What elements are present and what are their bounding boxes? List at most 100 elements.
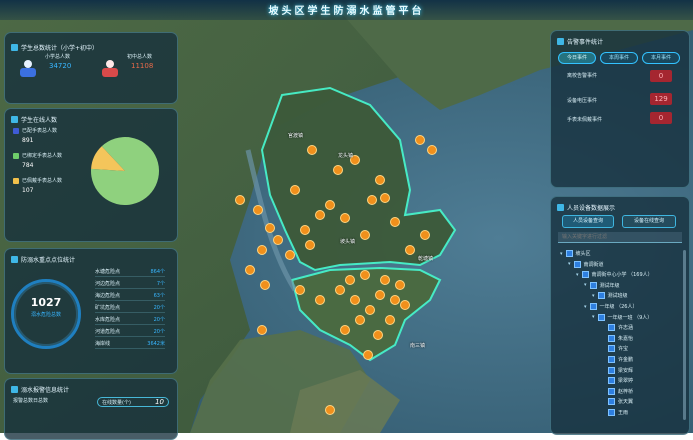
danger-marker[interactable]: [390, 217, 400, 227]
node-label: 许宝: [618, 346, 629, 353]
danger-marker[interactable]: [335, 285, 345, 295]
danger-marker[interactable]: [395, 280, 405, 290]
danger-marker[interactable]: [375, 175, 385, 185]
tree-node[interactable]: 许金鹏: [600, 356, 633, 363]
tree-node[interactable]: 许志涵: [600, 324, 633, 332]
danger-marker[interactable]: [340, 213, 350, 223]
danger-marker[interactable]: [340, 325, 350, 335]
danger-marker[interactable]: [400, 300, 410, 310]
node-checkbox[interactable]: [589, 303, 597, 310]
tree-search-input[interactable]: [558, 232, 682, 243]
node-checkbox[interactable]: [565, 250, 573, 257]
caret-down-icon[interactable]: ▾: [592, 314, 595, 320]
danger-marker[interactable]: [355, 315, 365, 325]
danger-marker[interactable]: [253, 205, 263, 215]
legend-label: 已配手表总人数: [22, 128, 58, 134]
node-checkbox[interactable]: [608, 409, 615, 416]
danger-marker[interactable]: [325, 405, 335, 415]
node-checkbox[interactable]: [608, 366, 615, 374]
panel-header: 学生在线人数: [11, 115, 57, 124]
node-checkbox[interactable]: [608, 334, 615, 342]
danger-marker[interactable]: [315, 210, 325, 220]
tree-node[interactable]: ▾ 南调街道: [568, 260, 604, 268]
danger-marker[interactable]: [307, 145, 317, 155]
caret-down-icon[interactable]: ▾: [576, 272, 579, 278]
node-checkbox[interactable]: [608, 345, 615, 353]
danger-marker[interactable]: [260, 280, 270, 290]
tree-scrollbar[interactable]: [683, 250, 686, 420]
count-select[interactable]: 在线数量(个) 10: [97, 397, 169, 407]
caret-down-icon[interactable]: ▾: [568, 261, 571, 267]
danger-marker[interactable]: [295, 285, 305, 295]
danger-marker[interactable]: [385, 315, 395, 325]
tab-week[interactable]: 本周事件: [600, 52, 638, 64]
tree-node[interactable]: ▾ 一年级 （26人）: [584, 303, 637, 310]
student-count-panel: 学生总数统计（小学+初中） 小学总人数 34720 初中总人数 11108: [4, 32, 178, 104]
tree-node[interactable]: 赵梓桥: [600, 387, 633, 395]
tab-month[interactable]: 本月事件: [642, 52, 680, 64]
node-checkbox[interactable]: [597, 313, 605, 321]
danger-marker[interactable]: [380, 275, 390, 285]
tree-node[interactable]: 梁翠婷: [600, 377, 633, 385]
device-online-button[interactable]: 设备在线查询: [622, 215, 676, 228]
danger-marker[interactable]: [360, 270, 370, 280]
node-checkbox[interactable]: [608, 324, 615, 332]
danger-marker[interactable]: [373, 330, 383, 340]
node-checkbox[interactable]: [608, 398, 615, 406]
node-checkbox[interactable]: [608, 387, 615, 395]
danger-marker[interactable]: [365, 305, 375, 315]
tree-node[interactable]: 梁安辉: [600, 366, 633, 374]
danger-marker[interactable]: [333, 165, 343, 175]
node-checkbox[interactable]: [608, 377, 615, 385]
danger-marker[interactable]: [290, 185, 300, 195]
danger-marker[interactable]: [405, 245, 415, 255]
danger-marker[interactable]: [367, 195, 377, 205]
tree-node[interactable]: ▾ 一年级一班 （9人）: [592, 313, 652, 321]
danger-marker[interactable]: [325, 200, 335, 210]
danger-marker[interactable]: [420, 230, 430, 240]
danger-marker[interactable]: [375, 290, 385, 300]
tab-today[interactable]: 今日事件: [558, 52, 596, 64]
water-points-panel: 防溺水重点点位统计 1027 溺水危险总数 水塘危险点 864个 河边危险点 7个 海边…: [4, 248, 178, 374]
tree-node[interactable]: ▾ 坡头区: [560, 250, 591, 257]
node-checkbox[interactable]: [581, 271, 589, 279]
tree-node[interactable]: ▾ 测试年级: [584, 281, 620, 289]
tree-node[interactable]: ▾ 测试班级: [592, 292, 628, 300]
danger-marker[interactable]: [363, 350, 373, 360]
tree-node[interactable]: 张天翼: [600, 398, 634, 406]
danger-marker[interactable]: [415, 135, 425, 145]
node-checkbox[interactable]: [589, 281, 597, 289]
node-checkbox[interactable]: [597, 292, 605, 300]
danger-marker[interactable]: [285, 250, 295, 260]
danger-marker[interactable]: [265, 223, 275, 233]
tree-node[interactable]: 许宝: [600, 345, 629, 353]
caret-down-icon[interactable]: ▾: [560, 251, 563, 257]
node-label: 张天翼: [618, 399, 634, 406]
online-students-panel: 学生在线人数 已配手表总人数 891 已绑定手表总人数 784 已佩戴手表总人数 107: [4, 108, 178, 242]
danger-marker[interactable]: [235, 195, 245, 205]
legend-label: 已佩戴手表总人数: [22, 178, 63, 184]
caret-down-icon[interactable]: ▾: [592, 293, 595, 299]
middle-label: 初中总人数: [127, 54, 153, 60]
danger-marker[interactable]: [300, 225, 310, 235]
danger-marker[interactable]: [315, 295, 325, 305]
danger-marker[interactable]: [427, 145, 437, 155]
node-checkbox[interactable]: [573, 260, 581, 268]
danger-marker[interactable]: [257, 245, 267, 255]
danger-marker[interactable]: [305, 240, 315, 250]
danger-marker[interactable]: [390, 295, 400, 305]
danger-marker[interactable]: [380, 193, 390, 203]
danger-marker[interactable]: [345, 275, 355, 285]
danger-marker[interactable]: [273, 235, 283, 245]
caret-down-icon[interactable]: ▾: [584, 304, 587, 310]
danger-marker[interactable]: [257, 325, 267, 335]
caret-down-icon[interactable]: ▾: [584, 282, 587, 288]
danger-marker[interactable]: [350, 295, 360, 305]
tree-node[interactable]: 王雨: [600, 409, 628, 416]
node-checkbox[interactable]: [608, 356, 615, 363]
tree-node[interactable]: 朱嘉怡: [600, 334, 633, 342]
tree-node[interactable]: ▾ 南调街中心小学 （169人）: [576, 271, 653, 279]
danger-marker[interactable]: [360, 230, 370, 240]
person-device-button[interactable]: 人员设备查询: [562, 215, 614, 228]
danger-marker[interactable]: [245, 265, 255, 275]
